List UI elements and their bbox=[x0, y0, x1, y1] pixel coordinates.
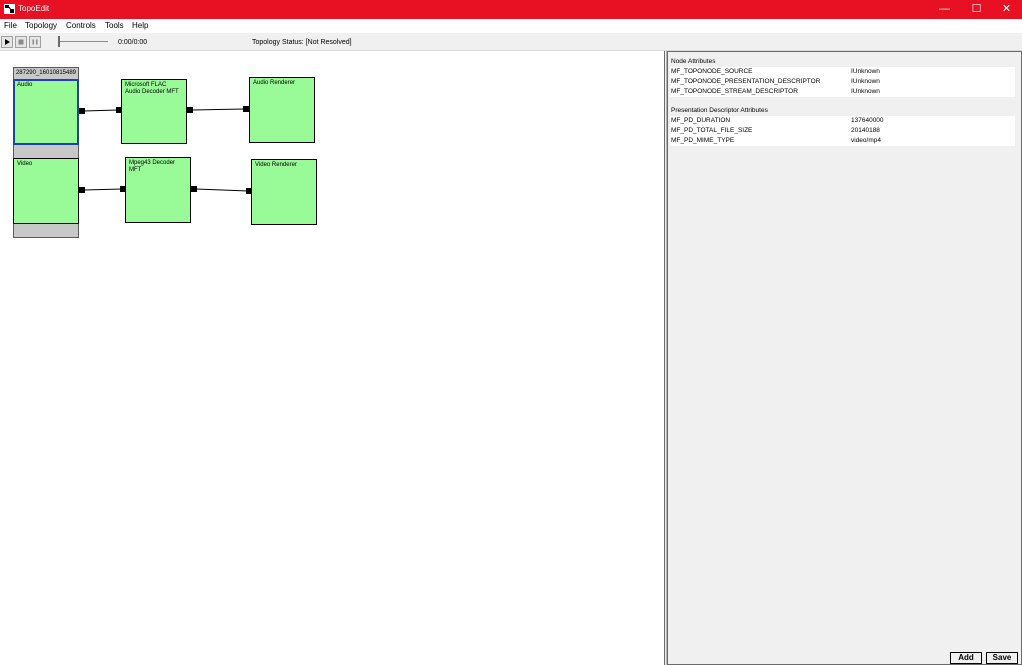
seek-slider-thumb[interactable] bbox=[58, 36, 60, 47]
topology-canvas[interactable]: 287290_16010815489 Audio Video Microsoft… bbox=[0, 51, 664, 665]
attribute-row[interactable]: MF_PD_TOTAL_FILE_SIZE 20140188 bbox=[670, 126, 1015, 136]
attribute-name: MF_PD_DURATION bbox=[671, 117, 731, 124]
video-stream-node[interactable]: Video bbox=[13, 158, 79, 224]
audio-renderer-input-pin[interactable] bbox=[243, 106, 249, 112]
attribute-value: IUnknown bbox=[851, 78, 880, 85]
pd-attributes-table: MF_PD_DURATION 137640000 MF_PD_TOTAL_FIL… bbox=[670, 116, 1015, 146]
audio-stream-node[interactable]: Audio bbox=[13, 79, 79, 145]
maximize-button[interactable]: ☐ bbox=[961, 0, 992, 19]
attribute-row[interactable]: MF_TOPONODE_STREAM_DESCRIPTOR IUnknown bbox=[670, 87, 1015, 97]
audio-renderer-label: Audio Renderer bbox=[253, 80, 296, 86]
close-button[interactable]: ✕ bbox=[991, 0, 1022, 19]
attribute-value: 137640000 bbox=[851, 117, 884, 124]
attribute-name: MF_PD_MIME_TYPE bbox=[671, 137, 735, 144]
attribute-value: video/mp4 bbox=[851, 137, 881, 144]
seek-slider-track[interactable] bbox=[58, 41, 108, 42]
audio-source-output-pin[interactable] bbox=[79, 108, 85, 114]
video-stream-label: Video bbox=[17, 161, 33, 167]
topology-status: Topology Status: [Not Resolved] bbox=[252, 39, 352, 46]
attribute-row[interactable]: MF_TOPONODE_PRESENTATION_DESCRIPTOR IUnk… bbox=[670, 77, 1015, 87]
video-decoder-label: Mpeg43 Decoder MFT bbox=[129, 160, 176, 173]
attribute-name: MF_TOPONODE_STREAM_DESCRIPTOR bbox=[671, 88, 798, 95]
video-renderer-label: Video Renderer bbox=[255, 162, 297, 168]
menu-tools[interactable]: Tools bbox=[105, 21, 124, 31]
pause-button[interactable] bbox=[29, 36, 41, 48]
edge-audio-decoder-to-renderer bbox=[192, 108, 245, 111]
audio-decoder-input-pin[interactable] bbox=[116, 107, 122, 113]
pause-icon bbox=[32, 39, 38, 45]
pd-attributes-title: Presentation Descriptor Attributes bbox=[671, 107, 768, 114]
audio-decoder-label: Microsoft FLAC Audio Decoder MFT bbox=[125, 82, 179, 95]
window-title: TopoEdit bbox=[18, 4, 50, 13]
stop-button[interactable] bbox=[15, 36, 27, 48]
minimize-button[interactable]: — bbox=[929, 0, 960, 19]
video-source-output-pin[interactable] bbox=[79, 187, 85, 193]
node-attributes-title: Node Attributes bbox=[671, 58, 716, 65]
attribute-row[interactable]: MF_PD_DURATION 137640000 bbox=[670, 116, 1015, 126]
audio-renderer-node[interactable]: Audio Renderer bbox=[249, 77, 315, 143]
attribute-name: MF_TOPONODE_PRESENTATION_DESCRIPTOR bbox=[671, 78, 821, 85]
attribute-value: IUnknown bbox=[851, 88, 880, 95]
play-icon bbox=[5, 39, 10, 45]
play-button[interactable] bbox=[1, 36, 13, 48]
app-icon bbox=[4, 4, 15, 14]
attribute-value: 20140188 bbox=[851, 127, 880, 134]
connection-lines bbox=[83, 108, 249, 192]
menu-file[interactable]: File bbox=[4, 21, 17, 31]
edge-audio-source-to-decoder bbox=[83, 109, 119, 112]
menu-help[interactable]: Help bbox=[132, 21, 148, 31]
attribute-value: IUnknown bbox=[851, 68, 880, 75]
time-display: 0:00/0:00 bbox=[118, 39, 148, 46]
menu-bar: File Topology Controls Tools Help bbox=[0, 19, 1022, 33]
attribute-name: MF_TOPONODE_SOURCE bbox=[671, 68, 753, 75]
audio-decoder-output-pin[interactable] bbox=[187, 107, 193, 113]
video-renderer-input-pin[interactable] bbox=[246, 188, 252, 194]
menu-topology[interactable]: Topology bbox=[25, 21, 57, 31]
attribute-name: MF_PD_TOTAL_FILE_SIZE bbox=[671, 127, 753, 134]
edge-video-source-to-decoder bbox=[83, 188, 123, 191]
audio-stream-label: Audio bbox=[17, 82, 33, 88]
video-decoder-input-pin[interactable] bbox=[120, 186, 126, 192]
video-renderer-node[interactable]: Video Renderer bbox=[251, 159, 317, 225]
menu-controls[interactable]: Controls bbox=[66, 21, 96, 31]
node-attributes-table: MF_TOPONODE_SOURCE IUnknown MF_TOPONODE_… bbox=[670, 67, 1015, 97]
toolbar: 0:00/0:00 Topology Status: [Not Resolved… bbox=[0, 33, 1022, 51]
add-button[interactable]: Add bbox=[950, 652, 982, 664]
attribute-row[interactable]: MF_TOPONODE_SOURCE IUnknown bbox=[670, 67, 1015, 77]
stop-icon bbox=[18, 39, 24, 45]
attribute-row[interactable]: MF_PD_MIME_TYPE video/mp4 bbox=[670, 136, 1015, 146]
save-button[interactable]: Save bbox=[986, 652, 1018, 664]
audio-decoder-node[interactable]: Microsoft FLAC Audio Decoder MFT bbox=[121, 79, 187, 144]
video-decoder-node[interactable]: Mpeg43 Decoder MFT bbox=[125, 157, 191, 223]
attributes-panel: Node Attributes MF_TOPONODE_SOURCE IUnkn… bbox=[667, 51, 1022, 665]
source-node-title: 287290_16010815489 bbox=[15, 70, 77, 76]
video-decoder-output-pin[interactable] bbox=[191, 186, 197, 192]
title-bar: TopoEdit — ☐ ✕ bbox=[0, 0, 1022, 19]
edge-video-decoder-to-renderer bbox=[195, 188, 249, 192]
